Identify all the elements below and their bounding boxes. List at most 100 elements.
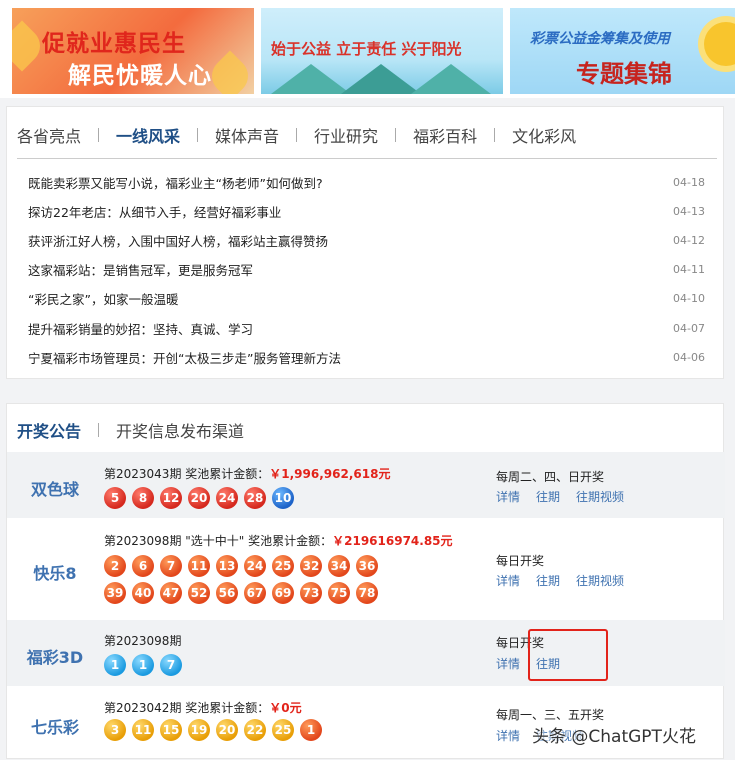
news-tabs: 各省亮点 一线风采 媒体声音 行业研究 福彩百科 文化彩风 (17, 123, 576, 147)
history-video-link[interactable]: 往期视频 (576, 488, 624, 505)
history-link[interactable]: 往期 (536, 572, 560, 589)
issue-text: 第2023042期 奖池累计金额： (104, 701, 270, 715)
divider (296, 128, 298, 142)
draw-schedule: 每周二、四、日开奖 (496, 470, 605, 484)
red-ball: 12 (160, 487, 182, 509)
news-date: 04-13 (673, 204, 705, 218)
list-item[interactable]: 既能卖彩票又能写小说，福彩业主“杨老师”如何做到? 04-18 (28, 171, 705, 193)
number-ball: 40 (132, 582, 154, 604)
tab-frontline[interactable]: 一线风采 (116, 123, 180, 147)
news-date: 04-12 (673, 233, 705, 247)
red-ball: 20 (188, 487, 210, 509)
table-row: 快乐8 第2023098期 "选十中十" 奖池累计金额：￥219616974.8… (7, 520, 725, 618)
blue-ball: 10 (272, 487, 294, 509)
number-ball: 52 (188, 582, 210, 604)
game-name[interactable]: 福彩3D (7, 644, 103, 668)
number-ball: 34 (328, 555, 350, 577)
news-panel: 各省亮点 一线风采 媒体声音 行业研究 福彩百科 文化彩风 既能卖彩票又能写小说… (6, 106, 724, 379)
number-ball: 1 (104, 654, 126, 676)
divider (197, 128, 199, 142)
number-ball: 25 (272, 555, 294, 577)
banner-line: 彩票公益金筹集及使用 (530, 31, 670, 47)
issue-info: 第2023042期 奖池累计金额：￥0元 (104, 699, 302, 716)
list-item[interactable]: 获评浙江好人榜，入围中国好人榜，福彩站主赢得赞扬 04-12 (28, 229, 705, 251)
news-title[interactable]: 宁夏福彩市场管理员：开创“太极三步走”服务管理新方法 (28, 348, 341, 367)
tab-media[interactable]: 媒体声音 (215, 123, 279, 147)
tab-draw-announcement[interactable]: 开奖公告 (17, 418, 81, 442)
details-link[interactable]: 详情 (496, 727, 520, 744)
banner-strip: 促就业惠民生 解民忧暖人心 始于公益 立于责任 兴于阳光 彩票公益金筹集及使用 … (0, 0, 735, 98)
tab-draw-channels[interactable]: 开奖信息发布渠道 (116, 418, 244, 442)
game-name[interactable]: 双色球 (7, 476, 103, 500)
divider (98, 423, 100, 437)
issue-text: 第2023043期 奖池累计金额： (104, 467, 270, 481)
issue-info: 第2023043期 奖池累计金额：￥1,996,962,618元 (104, 465, 390, 482)
basic-ball: 20 (216, 719, 238, 741)
history-link[interactable]: 往期 (536, 488, 560, 505)
list-item[interactable]: 这家福彩站：是销售冠军，更是服务冠军 04-11 (28, 258, 705, 280)
basic-ball: 15 (160, 719, 182, 741)
table-row: 福彩3D 第2023098期 1 1 7 每日开奖 详情 往期 (7, 620, 725, 686)
news-title[interactable]: 获评浙江好人榜，入围中国好人榜，福彩站主赢得赞扬 (28, 231, 328, 250)
mountain-icon (411, 64, 491, 94)
details-link[interactable]: 详情 (496, 572, 520, 589)
number-ball: 47 (160, 582, 182, 604)
winning-numbers: 2 6 7 11 13 24 25 32 34 36 39 40 47 52 5… (104, 555, 404, 609)
number-ball: 1 (132, 654, 154, 676)
basic-ball: 11 (132, 719, 154, 741)
banner-line: 始于公益 立于责任 兴于阳光 (271, 40, 462, 58)
list-item[interactable]: 探访22年老店：从细节入手，经营好福彩事业 04-13 (28, 200, 705, 222)
news-date: 04-18 (673, 175, 705, 189)
number-ball: 56 (216, 582, 238, 604)
tab-culture[interactable]: 文化彩风 (512, 123, 576, 147)
jackpot-amount: ￥0元 (269, 701, 302, 715)
list-item[interactable]: 提升福彩销量的妙招：坚持、真诚、学习 04-07 (28, 317, 705, 339)
number-ball: 75 (328, 582, 350, 604)
number-ball: 2 (104, 555, 126, 577)
news-title[interactable]: 既能卖彩票又能写小说，福彩业主“杨老师”如何做到? (28, 173, 323, 192)
number-ball: 7 (160, 555, 182, 577)
banner-line: 促就业惠民生 (42, 31, 186, 57)
tab-encyclopedia[interactable]: 福彩百科 (413, 123, 477, 147)
red-ball: 28 (244, 487, 266, 509)
mountain-icon (341, 64, 421, 94)
news-title[interactable]: 提升福彩销量的妙招：坚持、真诚、学习 (28, 319, 253, 338)
sunflower-icon (704, 22, 735, 66)
game-name[interactable]: 七乐彩 (7, 714, 103, 738)
news-date: 04-06 (673, 350, 705, 364)
list-item[interactable]: “彩民之家”，如家一般温暖 04-10 (28, 287, 705, 309)
divider (17, 158, 717, 159)
winning-numbers: 5 8 12 20 24 28 10 (104, 487, 404, 514)
number-ball: 6 (132, 555, 154, 577)
banner-employment[interactable]: 促就业惠民生 解民忧暖人心 (12, 8, 254, 94)
banner-public-welfare[interactable]: 始于公益 立于责任 兴于阳光 (261, 8, 503, 94)
number-ball: 32 (300, 555, 322, 577)
jackpot-amount: ￥219616974.85元 (332, 534, 453, 548)
news-title[interactable]: “彩民之家”，如家一般温暖 (28, 289, 178, 308)
divider (395, 128, 397, 142)
watermark: 头条 @ChatGPT火花 (532, 727, 696, 747)
list-item[interactable]: 宁夏福彩市场管理员：开创“太极三步走”服务管理新方法 04-06 (28, 346, 705, 368)
tab-province-highlights[interactable]: 各省亮点 (17, 123, 81, 147)
news-title[interactable]: 这家福彩站：是销售冠军，更是服务冠军 (28, 260, 253, 279)
table-row: 双色球 第2023043期 奖池累计金额：￥1,996,962,618元 5 8… (7, 452, 725, 518)
game-name[interactable]: 快乐8 (7, 560, 103, 584)
number-ball: 78 (356, 582, 378, 604)
number-ball: 13 (216, 555, 238, 577)
news-title[interactable]: 探访22年老店：从细节入手，经营好福彩事业 (28, 202, 281, 221)
tab-research[interactable]: 行业研究 (314, 123, 378, 147)
game-links: 详情 往期 往期视频 (496, 488, 640, 505)
details-link[interactable]: 详情 (496, 488, 520, 505)
number-ball: 36 (356, 555, 378, 577)
news-date: 04-07 (673, 321, 705, 335)
details-link[interactable]: 详情 (496, 655, 520, 672)
number-ball: 39 (104, 582, 126, 604)
number-ball: 24 (244, 555, 266, 577)
history-video-link[interactable]: 往期视频 (576, 572, 624, 589)
number-ball: 69 (272, 582, 294, 604)
issue-info: 第2023098期 (104, 632, 181, 649)
number-ball: 7 (160, 654, 182, 676)
draw-schedule: 每周一、三、五开奖 (496, 708, 605, 722)
banner-special-topic[interactable]: 彩票公益金筹集及使用 专题集锦 (510, 8, 735, 94)
basic-ball: 22 (244, 719, 266, 741)
